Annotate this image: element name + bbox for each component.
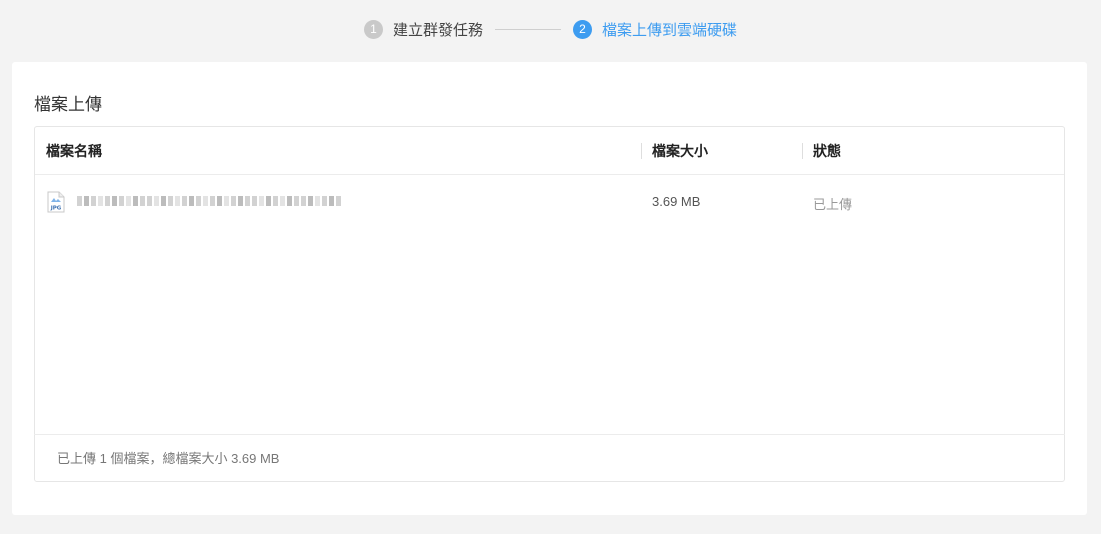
table-header: 檔案名稱 檔案大小 狀態 (35, 127, 1064, 175)
file-name-redacted (77, 194, 341, 208)
file-type-label: JPG (50, 206, 62, 212)
step-number-badge: 1 (363, 19, 383, 39)
step-create-task: 1 建立群發任務 (363, 19, 483, 40)
file-size: 3.69 MB (652, 194, 701, 209)
step-label: 建立群發任務 (392, 21, 483, 39)
step-label: 檔案上傳到雲端硬碟 (602, 21, 738, 39)
table-row: JPG 3.69 MB 已上傳 (35, 175, 1064, 227)
column-header-size: 檔案大小 (652, 143, 708, 159)
column-divider (802, 143, 803, 159)
step-number-badge: 2 (573, 19, 592, 39)
column-divider (641, 143, 642, 159)
step-upload-to-drive: 2 檔案上傳到雲端硬碟 (573, 19, 737, 40)
card-title: 檔案上傳 (34, 95, 102, 114)
stepper: 1 建立群發任務 2 檔案上傳到雲端硬碟 (0, 0, 1101, 58)
step-connector-line (495, 28, 561, 30)
jpg-file-icon: JPG (47, 191, 65, 213)
upload-status: 已上傳 (813, 197, 853, 212)
file-table: 檔案名稱 檔案大小 狀態 JPG 3.69 MB 已上傳 (34, 126, 1065, 482)
upload-summary: 已上傳 1 個檔案，總檔案大小 3.69 MB (34, 434, 1065, 482)
column-header-status: 狀態 (813, 143, 841, 159)
upload-card: 檔案上傳 檔案名稱 檔案大小 狀態 JPG 3.69 MB 已上傳 已上傳 1 … (12, 62, 1087, 515)
column-header-name: 檔案名稱 (46, 143, 102, 159)
